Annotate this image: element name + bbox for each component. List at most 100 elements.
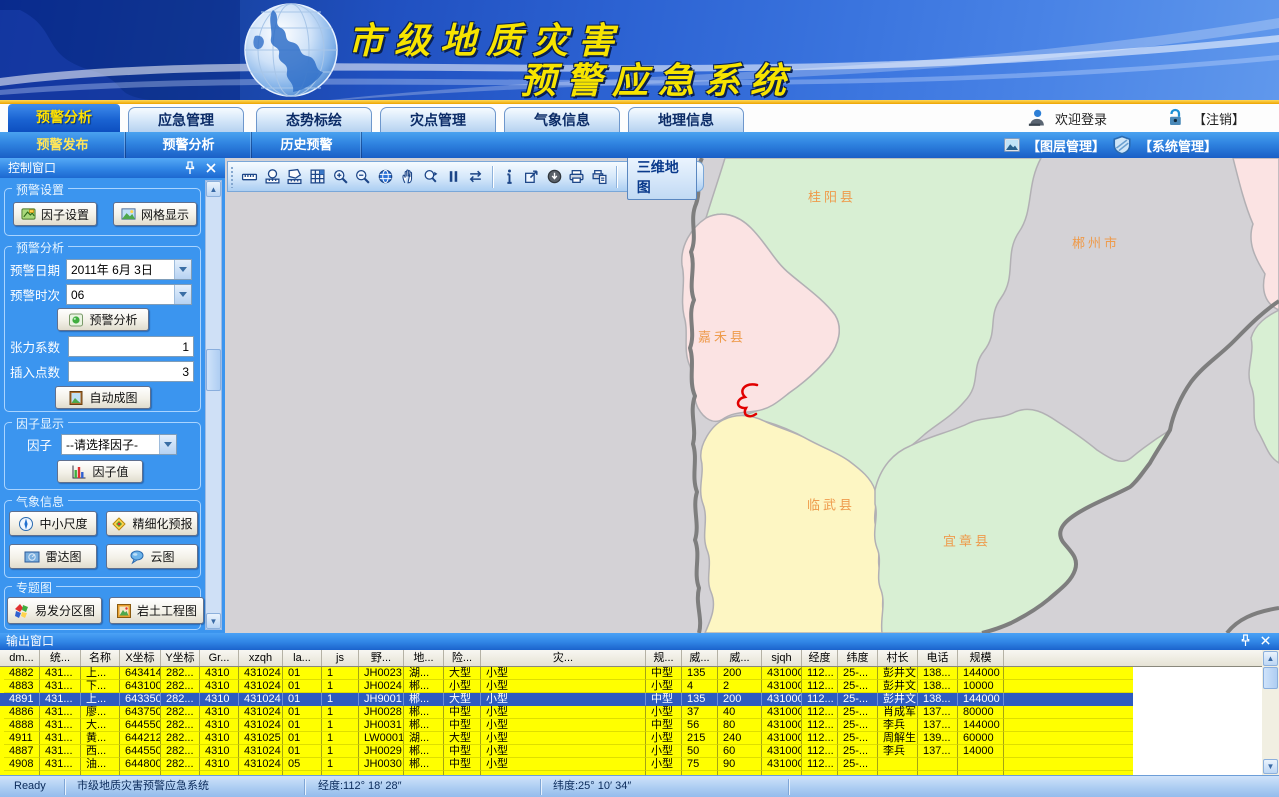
subtab-warning-analysis[interactable]: 预警分析 <box>126 132 252 158</box>
column-header[interactable]: 威... <box>682 650 718 666</box>
grid-display-button[interactable]: 网格显示 <box>113 202 197 226</box>
auto-map-button[interactable]: 自动成图 <box>55 386 151 409</box>
map-3d-button[interactable]: 三维地图 <box>627 158 697 200</box>
system-manager-link[interactable]: 【系统管理】 <box>1139 136 1217 155</box>
column-header[interactable]: 规... <box>646 650 682 666</box>
grid-button[interactable] <box>307 165 328 189</box>
column-header[interactable]: 电话 <box>918 650 958 666</box>
scroll-thumb[interactable] <box>1263 667 1278 689</box>
welcome-login-link[interactable]: 欢迎登录 <box>1055 109 1107 128</box>
table-row[interactable]: 4888431...大...644550282...4310431024011J… <box>0 719 1133 732</box>
table-cell: 431024 <box>239 758 283 771</box>
insert-points-input[interactable] <box>68 361 194 382</box>
column-header[interactable]: 统... <box>40 650 81 666</box>
zoom-out-button[interactable] <box>352 165 373 189</box>
column-header[interactable]: 威... <box>718 650 762 666</box>
scroll-up-button[interactable]: ▲ <box>206 181 221 197</box>
column-header[interactable]: 规模 <box>958 650 1004 666</box>
measure-area-button[interactable] <box>285 165 306 189</box>
table-cell: 4908 <box>4 758 40 771</box>
table-row[interactable]: 4908431...油...644800282...4310431024051J… <box>0 758 1133 771</box>
pan-button[interactable] <box>398 165 419 189</box>
table-row[interactable]: 4886431...廖...643750282...4310431024011J… <box>0 706 1133 719</box>
column-header[interactable]: 名称 <box>81 650 120 666</box>
tab-disaster-points[interactable]: 灾点管理 <box>380 107 496 132</box>
tab-situation-plotting[interactable]: 态势标绘 <box>256 107 372 132</box>
column-header[interactable]: Gr... <box>200 650 239 666</box>
scroll-up-button[interactable]: ▲ <box>1263 651 1278 666</box>
radar-map-button[interactable]: 雷达图 <box>9 544 97 569</box>
pause-button[interactable] <box>443 165 464 189</box>
column-header[interactable]: 野... <box>359 650 404 666</box>
column-header[interactable]: 险... <box>444 650 481 666</box>
system-manager-shield-icon <box>1112 135 1132 155</box>
table-cell: JH9001 <box>359 693 404 706</box>
column-header[interactable]: dm... <box>4 650 40 666</box>
scroll-thumb[interactable] <box>206 349 221 391</box>
chevron-down-icon[interactable] <box>174 285 191 304</box>
chevron-down-icon[interactable] <box>159 435 176 454</box>
column-header[interactable]: 灾... <box>481 650 646 666</box>
cloud-map-button[interactable]: 云图 <box>106 544 198 569</box>
toolbar-grip[interactable] <box>230 166 234 188</box>
table-row[interactable]: 4882431...上...643414282...4310431024011J… <box>0 667 1133 680</box>
factor-setting-button[interactable]: 因子设置 <box>13 202 97 226</box>
table-cell: 138... <box>918 693 958 706</box>
panel-scrollbar[interactable]: ▲ ▼ <box>205 180 222 630</box>
table-row[interactable]: 4887431...西...644550282...4310431024011J… <box>0 745 1133 758</box>
geotech-map-button[interactable]: 岩土工程图 <box>109 597 204 624</box>
tab-warning-analysis[interactable]: 预警分析 <box>8 104 120 132</box>
column-header[interactable]: Y坐标 <box>161 650 200 666</box>
factor-select[interactable]: --请选择因子- <box>61 434 177 455</box>
logout-link[interactable]: 【注销】 <box>1193 109 1245 128</box>
warning-date-select[interactable]: 2011年 6月 3日 <box>66 259 192 280</box>
prone-zone-map-button[interactable]: 易发分区图 <box>7 597 102 624</box>
pin-icon[interactable] <box>184 161 196 175</box>
column-header[interactable]: 纬度 <box>838 650 878 666</box>
print-preview-button[interactable] <box>589 165 610 189</box>
column-header[interactable]: la... <box>283 650 322 666</box>
column-header[interactable]: xzqh <box>239 650 283 666</box>
column-header[interactable]: X坐标 <box>120 650 161 666</box>
warning-analyze-button[interactable]: 预警分析 <box>57 308 149 331</box>
zoom-in-button[interactable] <box>330 165 351 189</box>
tab-geographic-info[interactable]: 地理信息 <box>628 107 744 132</box>
zoom-box-button[interactable] <box>420 165 441 189</box>
column-header[interactable]: js <box>322 650 359 666</box>
table-cell: 4911 <box>4 732 40 745</box>
layer-manager-link[interactable]: 【图层管理】 <box>1027 136 1105 155</box>
meso-scale-button[interactable]: 中小尺度 <box>9 511 97 536</box>
web-capture-button[interactable] <box>544 165 565 189</box>
table-row[interactable]: 4911431...黄...644212282...4310431025011L… <box>0 732 1133 745</box>
scroll-down-button[interactable]: ▼ <box>206 613 221 629</box>
measure-circle-button[interactable] <box>262 165 283 189</box>
fine-forecast-button[interactable]: 精细化预报 <box>106 511 198 536</box>
full-extent-button[interactable] <box>375 165 396 189</box>
column-header[interactable]: sjqh <box>762 650 802 666</box>
column-header[interactable]: 经度 <box>802 650 838 666</box>
map-viewport[interactable]: 桂阳县 郴州市 嘉禾县 临武县 宜章县 <box>225 158 1279 633</box>
tension-input[interactable] <box>68 336 194 357</box>
tab-weather-info[interactable]: 气象信息 <box>504 107 620 132</box>
chevron-down-icon[interactable] <box>174 260 191 279</box>
export-button[interactable] <box>522 165 543 189</box>
subtab-warning-publish[interactable]: 预警发布 <box>0 132 126 158</box>
factor-value-button[interactable]: 因子值 <box>57 460 143 483</box>
measure-distance-button[interactable] <box>239 165 260 189</box>
close-icon[interactable] <box>1260 634 1271 647</box>
table-row[interactable]: 4883431...下...643100282...4310431024011J… <box>0 680 1133 693</box>
subtab-history-warning[interactable]: 历史预警 <box>252 132 362 158</box>
warning-time-select[interactable]: 06 <box>66 284 192 305</box>
tab-emergency-management[interactable]: 应急管理 <box>128 107 244 132</box>
output-scrollbar[interactable]: ▲ ▼ <box>1262 650 1279 775</box>
identify-button[interactable] <box>499 165 520 189</box>
table-row[interactable]: 4891431...上...643350282...4310431024011J… <box>0 693 1133 706</box>
column-header[interactable]: 村长 <box>878 650 918 666</box>
scroll-down-button[interactable]: ▼ <box>1263 759 1278 774</box>
print-button[interactable] <box>567 165 588 189</box>
group-title: 预警设置 <box>12 181 68 198</box>
column-header[interactable]: 地... <box>404 650 444 666</box>
pin-icon[interactable] <box>1240 634 1251 647</box>
refresh-button[interactable] <box>465 165 486 189</box>
close-icon[interactable] <box>205 161 217 175</box>
